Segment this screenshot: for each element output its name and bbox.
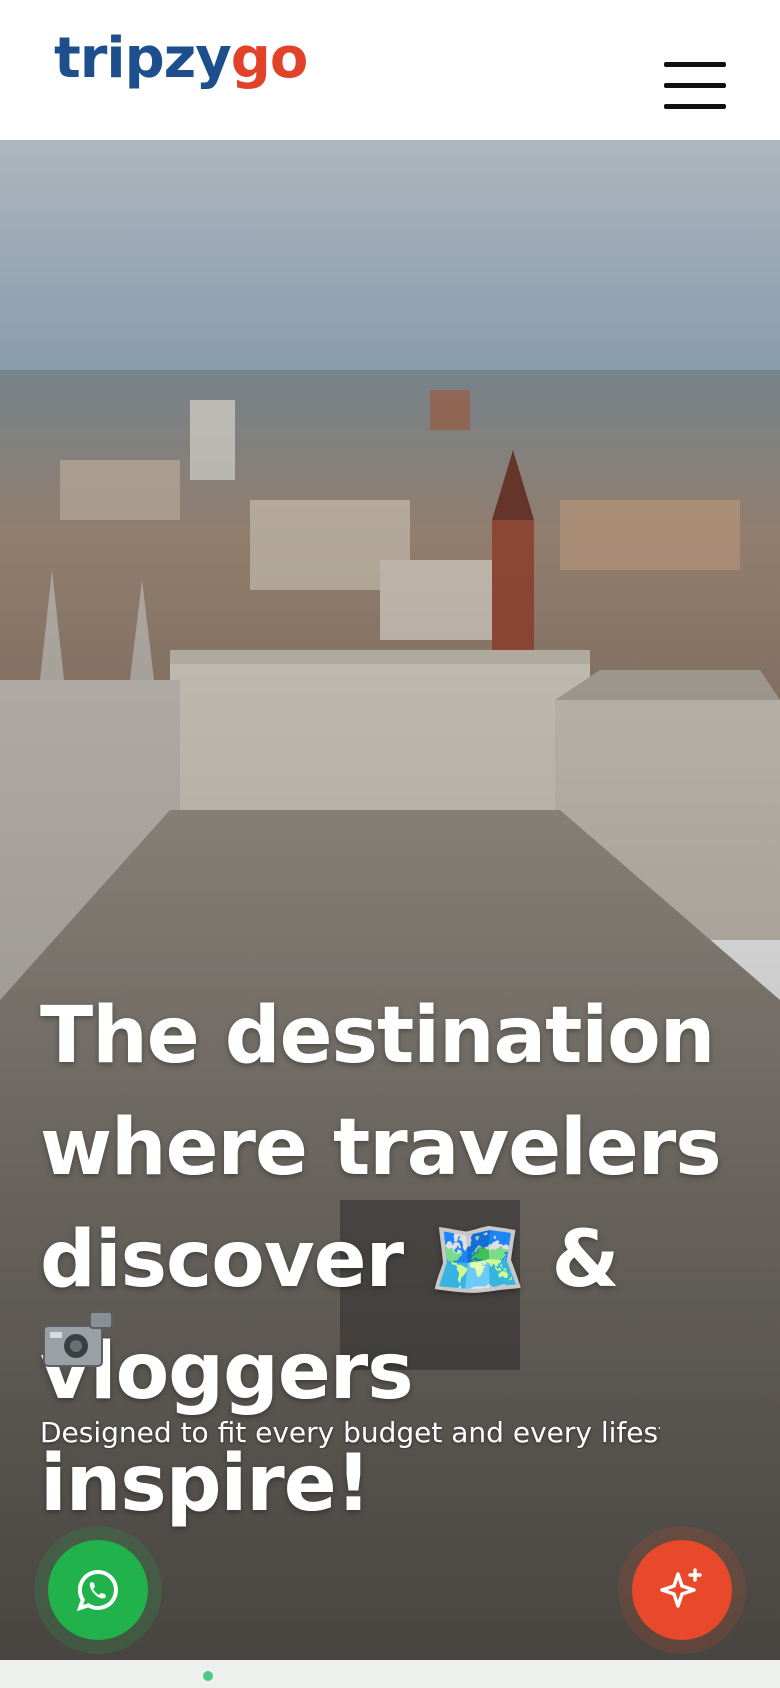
whatsapp-button[interactable]	[48, 1540, 148, 1640]
sparkle-icon	[660, 1568, 702, 1608]
site-header: tripzygo	[0, 0, 780, 140]
logo-text-primary: tripzy	[54, 26, 232, 91]
headline-line-1: The destination	[40, 991, 715, 1081]
ampersand: &	[551, 1215, 619, 1305]
carousel-indicator-dot[interactable]	[203, 1671, 213, 1681]
video-camera-icon	[43, 1311, 113, 1367]
ai-assistant-button[interactable]	[632, 1540, 732, 1640]
hero-headline: The destination where travelers discover…	[40, 980, 760, 1540]
hero-subtext: Designed to fit every budget and every l…	[40, 1416, 660, 1449]
whatsapp-icon	[76, 1569, 118, 1612]
headline-line-3: discover	[40, 1215, 404, 1305]
logo-text-accent: go	[230, 26, 309, 91]
world-map-icon: 🗺️	[429, 1215, 526, 1305]
headline-line-2: where travelers	[40, 1103, 722, 1193]
bottom-strip	[0, 1660, 780, 1688]
hamburger-menu-button[interactable]	[664, 62, 726, 110]
tripzygo-logo[interactable]: tripzygo	[54, 24, 309, 94]
